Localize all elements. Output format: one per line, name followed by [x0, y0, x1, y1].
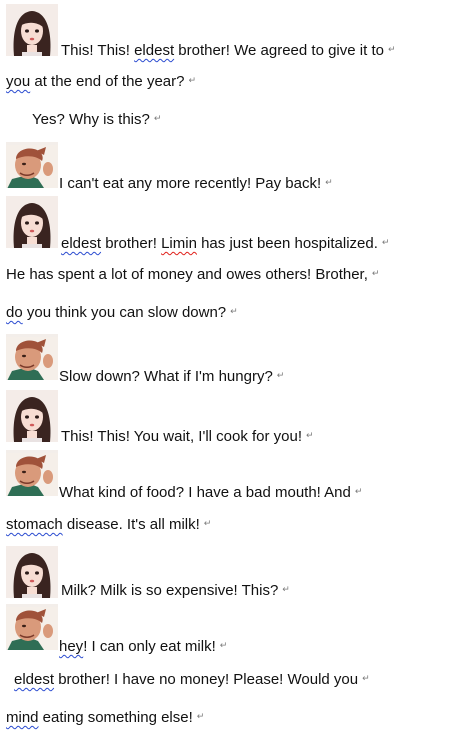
paragraph-return-mark: ↵	[230, 306, 238, 316]
dialogue-line: you at the end of the year? ↵	[6, 71, 196, 93]
marked-word: hey	[59, 638, 84, 655]
old-man-avatar	[6, 604, 58, 650]
paragraph-return-mark: ↵	[354, 486, 363, 496]
dialogue-line: eldest brother! I have no money! Please!…	[14, 669, 370, 691]
dialogue-line: I can't eat any more recently! Pay back!…	[59, 173, 333, 195]
dialogue-line: Slow down? What if I'm hungry? ↵	[59, 366, 284, 388]
document-page: { "document": { "return_mark": "↵", "lin…	[0, 0, 474, 730]
dialogue-line: do you think you can slow down? ↵	[6, 302, 238, 324]
paragraph-return-mark: ↵	[153, 113, 162, 123]
old-man-avatar	[6, 142, 58, 188]
text-run: Milk? Milk is so expensive! This?	[61, 582, 279, 599]
paragraph-return-mark: ↵	[196, 711, 205, 721]
paragraph-return-mark: ↵	[325, 177, 333, 187]
marked-word: eldest	[14, 671, 55, 688]
paragraph-return-mark: ↵	[188, 75, 197, 85]
text-run: ! I can only eat milk!	[83, 638, 216, 655]
text-run: This! This! You wait, I'll cook for you!	[61, 428, 303, 445]
text-run: Yes? Why is this?	[32, 111, 150, 128]
dialogue-line: This! This! eldest brother! We agreed to…	[61, 40, 396, 62]
text-run: He has spent a lot of money and owes oth…	[6, 266, 368, 283]
dialogue-line: hey! I can only eat milk! ↵	[59, 636, 227, 658]
dialogue-line: mind eating something else! ↵	[6, 707, 204, 729]
woman-avatar	[6, 546, 58, 598]
dialogue-line: This! This! You wait, I'll cook for you!…	[61, 426, 314, 448]
paragraph-return-mark: ↵	[387, 44, 396, 54]
text-run: brother! We agreed to give it to	[174, 42, 384, 59]
old-man-avatar	[6, 450, 58, 496]
dialogue-line: Yes? Why is this? ↵	[32, 109, 161, 131]
dialogue-line: He has spent a lot of money and owes oth…	[6, 264, 379, 286]
dialogue-line: stomach disease. It's all milk! ↵	[6, 514, 211, 536]
dialogue-line: What kind of food? I have a bad mouth! A…	[59, 482, 362, 504]
marked-word: do	[6, 304, 23, 321]
marked-word: mind	[6, 709, 39, 726]
text-run: has just been hospitalized.	[196, 235, 378, 252]
dialogue-line: Milk? Milk is so expensive! This? ↵	[61, 580, 290, 602]
text-run: I can't eat any more recently! Pay back!	[59, 175, 322, 192]
woman-avatar	[6, 196, 58, 248]
text-run: What kind of food? I have a bad mouth! A…	[59, 484, 351, 501]
paragraph-return-mark: ↵	[362, 673, 370, 683]
paragraph-return-mark: ↵	[276, 370, 285, 380]
paragraph-return-mark: ↵	[203, 518, 212, 528]
marked-word: Limin	[161, 235, 197, 252]
text-run: you think you can slow down?	[22, 304, 227, 321]
text-run: brother!	[101, 235, 162, 252]
paragraph-return-mark: ↵	[371, 268, 380, 278]
old-man-avatar	[6, 334, 58, 380]
text-run: This! This!	[61, 42, 135, 59]
text-run: disease. It's all milk!	[62, 516, 200, 533]
woman-avatar	[6, 4, 58, 56]
marked-word: eldest	[61, 235, 102, 252]
marked-word: stomach	[6, 516, 63, 533]
paragraph-return-mark: ↵	[381, 237, 390, 247]
woman-avatar	[6, 390, 58, 442]
paragraph-return-mark: ↵	[219, 640, 228, 650]
paragraph-return-mark: ↵	[306, 430, 314, 440]
text-run: Slow down? What if I'm hungry?	[59, 368, 273, 385]
paragraph-return-mark: ↵	[282, 584, 290, 594]
marked-word: you	[6, 73, 31, 90]
dialogue-line: eldest brother! Limin has just been hosp…	[61, 233, 389, 255]
marked-word: eldest	[134, 42, 175, 59]
text-run: eating something else!	[38, 709, 193, 726]
text-run: brother! I have no money! Please! Would …	[54, 671, 359, 688]
text-run: at the end of the year?	[30, 73, 185, 90]
